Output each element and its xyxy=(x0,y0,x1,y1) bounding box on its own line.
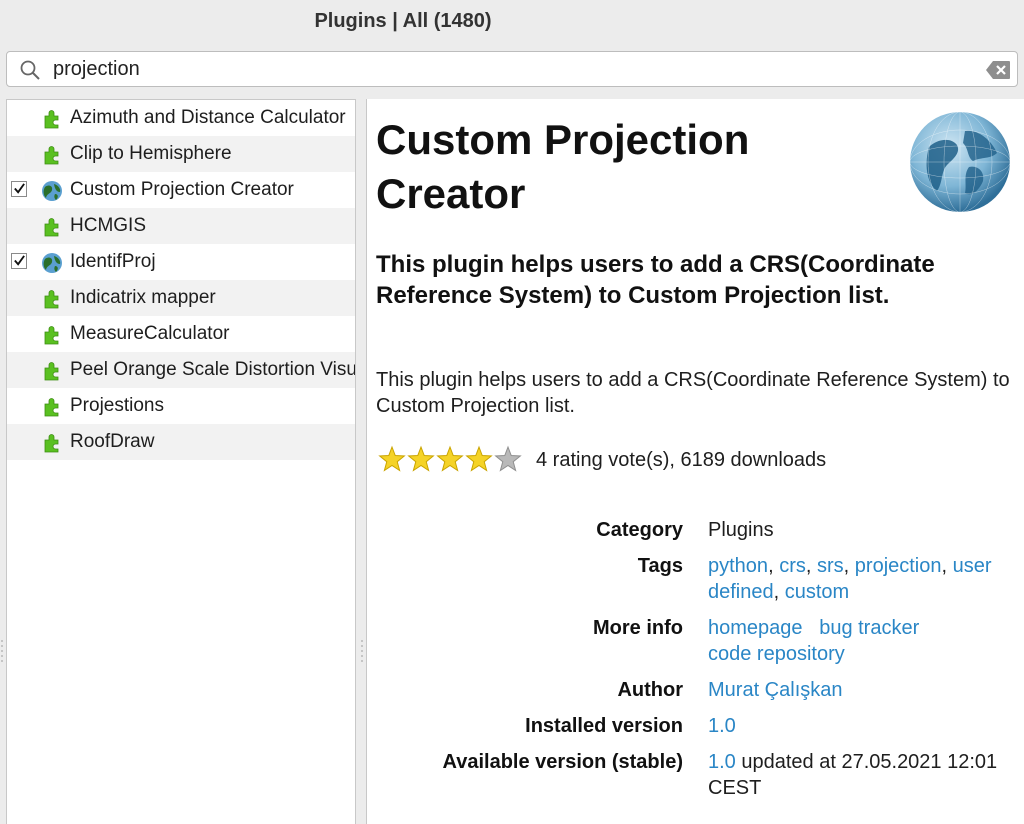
homepage-link[interactable]: homepage xyxy=(708,617,803,639)
available-version-date: updated at 27.05.2021 12:01 CEST xyxy=(708,751,998,799)
splitter-grip-icon xyxy=(361,640,363,662)
star-filled-icon xyxy=(436,445,464,472)
plugin-name: Indicatrix mapper xyxy=(70,287,216,308)
search-input[interactable] xyxy=(53,55,953,83)
window-title: Plugins | All (1480) xyxy=(314,10,492,32)
tag-link[interactable]: crs xyxy=(779,555,806,577)
tags-value: python, crs, srs, projection, user defin… xyxy=(708,555,992,603)
more-info-links: homepage bug tracker code repository xyxy=(708,615,1008,667)
globe-icon xyxy=(41,251,63,273)
plugin-list-item[interactable]: Azimuth and Distance Calculator xyxy=(7,100,355,136)
star-filled-icon xyxy=(465,445,493,472)
tags-label: Tags xyxy=(637,555,683,577)
star-filled-icon xyxy=(407,445,435,472)
installed-version-label: Installed version xyxy=(525,715,683,737)
tag-link[interactable]: custom xyxy=(785,581,849,603)
plugin-description: This plugin helps users to add a CRS(Coo… xyxy=(376,369,1010,417)
plugin-detail-panel: Custom Projection Creator This plugin he… xyxy=(366,99,1024,824)
plugin-icon xyxy=(41,431,63,453)
plugin-list-item[interactable]: Clip to Hemisphere xyxy=(7,136,355,172)
clear-search-icon[interactable] xyxy=(985,60,1011,80)
plugin-name: Clip to Hemisphere xyxy=(70,143,232,164)
plugin-name: Projestions xyxy=(70,395,164,416)
bug-tracker-link[interactable]: bug tracker xyxy=(819,617,919,639)
installed-version-link[interactable]: 1.0 xyxy=(708,715,736,737)
plugin-icon xyxy=(41,107,63,129)
tag-link[interactable]: projection xyxy=(855,555,942,577)
plugin-icon xyxy=(41,323,63,345)
available-version-label: Available version (stable) xyxy=(442,751,683,773)
tag-link[interactable]: srs xyxy=(817,555,844,577)
panel-splitter[interactable] xyxy=(360,99,364,824)
plugin-icon xyxy=(41,215,63,237)
plugin-list-item[interactable]: Projestions xyxy=(7,388,355,424)
plugin-list-item[interactable]: Indicatrix mapper xyxy=(7,280,355,316)
category-value: Plugins xyxy=(708,519,774,541)
plugin-name: Azimuth and Distance Calculator xyxy=(70,107,346,128)
plugin-title: Custom Projection Creator xyxy=(376,116,750,217)
plugin-list-item[interactable]: Custom Projection Creator xyxy=(7,172,355,208)
plugin-name: HCMGIS xyxy=(70,215,146,236)
plugin-list-item[interactable]: HCMGIS xyxy=(7,208,355,244)
plugin-name: Custom Projection Creator xyxy=(70,179,294,200)
plugin-icon xyxy=(41,395,63,417)
available-version-value: 1.0 updated at 27.05.2021 12:01 CEST xyxy=(708,749,1008,801)
plugin-summary: This plugin helps users to add a CRS(Coo… xyxy=(376,251,935,309)
author-link[interactable]: Murat Çalışkan xyxy=(708,679,843,701)
globe-icon xyxy=(41,179,63,201)
plugin-icon xyxy=(41,143,63,165)
tag-link[interactable]: python xyxy=(708,555,768,577)
star-empty-icon xyxy=(494,445,522,472)
plugin-icon xyxy=(41,359,63,381)
plugin-enabled-checkbox[interactable] xyxy=(11,181,27,197)
more-info-label: More info xyxy=(593,617,683,639)
star-filled-icon xyxy=(378,445,406,472)
plugin-name: RoofDraw xyxy=(70,431,155,452)
plugin-icon xyxy=(41,287,63,309)
rating-text: 4 rating vote(s), 6189 downloads xyxy=(536,449,827,471)
plugin-name: IdentifProj xyxy=(70,251,156,272)
rating-stars xyxy=(378,445,522,472)
globe-icon xyxy=(909,111,1011,213)
plugin-list-item[interactable]: Peel Orange Scale Distortion Visualizer xyxy=(7,352,355,388)
author-label: Author xyxy=(617,679,683,701)
plugin-list-item[interactable]: MeasureCalculator xyxy=(7,316,355,352)
plugin-list[interactable]: Azimuth and Distance Calculator Clip to H… xyxy=(6,99,356,824)
available-version-link[interactable]: 1.0 xyxy=(708,751,736,773)
search-box[interactable] xyxy=(6,51,1018,87)
search-icon xyxy=(20,60,40,80)
plugin-list-item[interactable]: IdentifProj xyxy=(7,244,355,280)
plugin-list-item[interactable]: RoofDraw xyxy=(7,424,355,460)
window-titlebar: Plugins | All (1480) xyxy=(0,0,1024,44)
category-label: Category xyxy=(596,519,683,541)
plugin-enabled-checkbox[interactable] xyxy=(11,253,27,269)
plugin-name: MeasureCalculator xyxy=(70,323,230,344)
left-splitter-grip-icon[interactable] xyxy=(1,639,3,663)
code-repository-link[interactable]: code repository xyxy=(708,643,845,665)
plugin-name: Peel Orange Scale Distortion Visualizer xyxy=(70,359,355,380)
